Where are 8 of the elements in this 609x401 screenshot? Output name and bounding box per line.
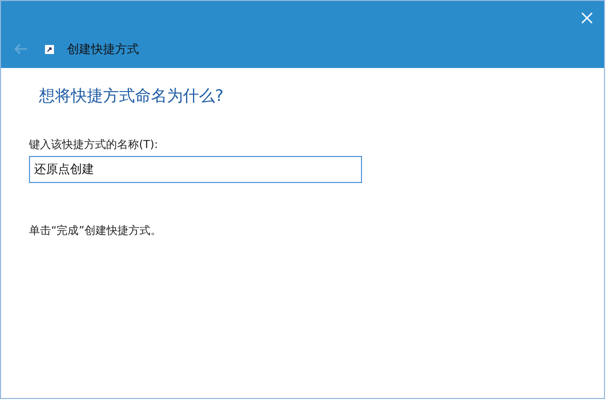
field-label: 键入该快捷方式的名称(T): <box>29 137 160 152</box>
window-title: 创建快捷方式 <box>67 40 139 58</box>
name-input-field[interactable]: 还原点创建 <box>29 156 362 183</box>
page-heading: 想将快捷方式命名为什么? <box>39 86 224 107</box>
close-icon <box>581 12 593 24</box>
instruction-text: 单击“完成”创建快捷方式。 <box>29 223 162 238</box>
shortcut-icon <box>45 44 54 54</box>
back-arrow-icon <box>14 43 28 55</box>
